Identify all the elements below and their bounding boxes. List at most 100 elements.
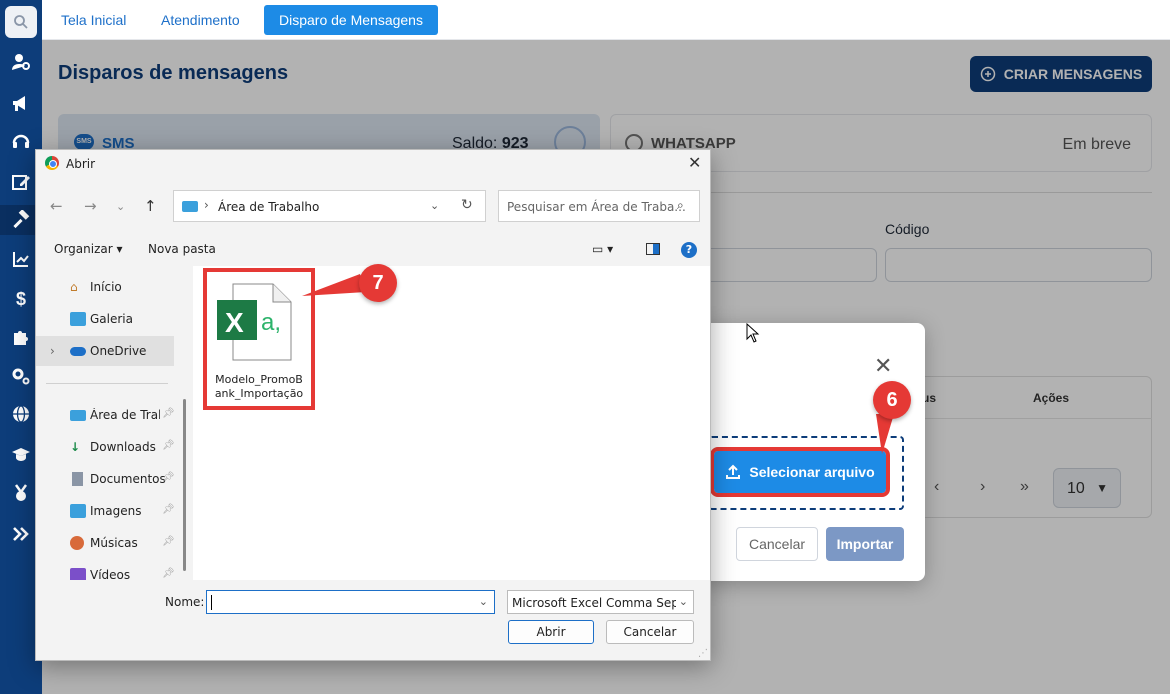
nav-item-label: Músicas (90, 536, 138, 550)
callout-step-6: 6 (873, 381, 911, 419)
svg-text:X: X (225, 307, 244, 338)
sidebar-search-button[interactable] (5, 6, 37, 38)
video-icon (70, 568, 86, 580)
file-name-input[interactable]: ⌄ (206, 590, 495, 614)
help-icon[interactable]: ? (681, 242, 697, 258)
nav-item-label: OneDrive (90, 344, 147, 358)
close-icon[interactable]: ✕ (874, 353, 892, 379)
chart-icon (13, 252, 29, 267)
pin-icon: 📌︎ (162, 440, 175, 451)
sidebar-item-users[interactable] (0, 47, 42, 77)
nav-item-onedrive[interactable]: › OneDrive (36, 336, 174, 366)
refresh-icon[interactable]: ↻ (461, 197, 473, 213)
nav-item-videos[interactable]: Vídeos 📌︎ (36, 560, 174, 580)
nav-item-galeria[interactable]: Galeria (36, 304, 174, 334)
nav-divider (46, 383, 168, 384)
nav-item-downloads[interactable]: ↓ Downloads 📌︎ (36, 432, 175, 462)
address-text: Área de Trabalho (218, 200, 320, 214)
music-icon (70, 536, 84, 550)
organize-menu[interactable]: Organizar ▾ (54, 242, 123, 256)
select-file-label: Selecionar arquivo (749, 464, 875, 480)
search-icon: ⌕ (677, 198, 684, 212)
svg-text:$: $ (16, 289, 26, 308)
pin-icon: 📌︎ (162, 504, 175, 515)
edit-icon (12, 175, 30, 190)
tab-tela-inicial[interactable]: Tela Inicial (46, 5, 141, 35)
dialog-footer: Nome: ⌄ Microsoft Excel Comma Separa ⌄ A… (36, 580, 710, 660)
pin-icon: 📌︎ (162, 472, 175, 483)
home-icon: ⌂ (70, 280, 78, 294)
new-folder-button[interactable]: Nova pasta (148, 242, 216, 256)
file-name-line: ank_Importação (214, 387, 304, 400)
file-name-line: Modelo_PromoB (215, 373, 303, 386)
text-caret (211, 595, 212, 610)
back-icon[interactable]: ← (50, 197, 63, 215)
desktop-icon (70, 410, 86, 421)
puzzle-icon (14, 331, 28, 345)
document-icon (72, 472, 83, 486)
gears-icon (12, 368, 30, 385)
expand-chevron-icon[interactable]: › (50, 344, 55, 358)
file-type-select[interactable]: Microsoft Excel Comma Separa ⌄ (507, 590, 694, 614)
callout-step-7: 7 (359, 264, 397, 302)
import-button[interactable]: Importar (826, 527, 904, 561)
chevron-down-icon[interactable]: ⌄ (430, 199, 439, 212)
nav-item-label: Área de Trabalho (90, 408, 160, 422)
forward-icon[interactable]: → (84, 197, 97, 215)
megaphone-icon (13, 96, 25, 111)
navigation-pane: ⌂ Início Galeria › OneDrive Área de Trab… (36, 266, 188, 580)
nav-item-label: Downloads (90, 440, 156, 454)
headset-icon (12, 134, 30, 148)
nav-item-label: Imagens (90, 504, 142, 518)
image-icon (70, 504, 86, 518)
graduation-cap-icon (12, 448, 30, 461)
user-search-icon (12, 54, 30, 70)
file-name: Modelo_PromoB ank_Importação (207, 373, 311, 401)
dialog-cancel-button[interactable]: Cancelar (606, 620, 694, 644)
breadcrumb-chevron-icon: › (204, 198, 209, 212)
nav-scrollbar[interactable] (183, 399, 186, 571)
resize-grip-icon[interactable]: ⋰ (698, 648, 708, 659)
dialog-title: Abrir (66, 157, 96, 171)
nav-item-area-de-trabalho[interactable]: Área de Trabalho 📌︎ (36, 400, 175, 430)
organize-label: Organizar (54, 242, 113, 256)
top-nav: Tela Inicial Atendimento Disparo de Mens… (42, 0, 1170, 40)
preview-pane-icon[interactable] (646, 243, 660, 255)
open-button[interactable]: Abrir (508, 620, 594, 644)
cloud-icon (70, 347, 86, 356)
pin-icon: 📌︎ (162, 536, 175, 547)
file-type-value: Microsoft Excel Comma Separa (512, 596, 676, 610)
file-list: X a, Modelo_PromoB ank_Importação (193, 266, 710, 580)
chevrons-right-icon (13, 527, 29, 541)
nav-item-musicas[interactable]: Músicas 📌︎ (36, 528, 175, 558)
download-icon: ↓ (70, 440, 81, 454)
chrome-icon (45, 156, 59, 170)
svg-text:a,: a, (261, 309, 281, 336)
chevron-down-icon[interactable]: ⌄ (479, 595, 488, 608)
dollar-icon: $ (16, 289, 26, 308)
recent-locations-icon[interactable]: ⌄ (116, 200, 125, 213)
dialog-close-icon[interactable]: ✕ (688, 153, 701, 172)
nav-item-imagens[interactable]: Imagens 📌︎ (36, 496, 175, 526)
search-placeholder: Pesquisar em Área de Traba... (507, 200, 686, 214)
address-bar[interactable]: › Área de Trabalho ⌄ ↻ (173, 190, 486, 222)
file-open-dialog: Abrir ✕ ← → ⌄ ↑ › Área de Trabalho ⌄ ↻ P… (35, 149, 711, 661)
nav-item-documentos[interactable]: Documentos 📌︎ (36, 464, 175, 494)
desktop-icon (182, 201, 198, 212)
gallery-icon (70, 312, 86, 326)
sidebar-item-campaigns[interactable] (0, 88, 42, 118)
medal-icon (14, 484, 28, 501)
pin-icon: 📌︎ (162, 568, 174, 579)
nav-item-inicio[interactable]: ⌂ Início (36, 272, 174, 302)
nav-item-label: Início (90, 280, 122, 294)
dialog-search-input[interactable]: Pesquisar em Área de Traba... ⌕ (498, 190, 700, 222)
tab-atendimento[interactable]: Atendimento (146, 5, 255, 35)
chevron-down-icon: ⌄ (678, 595, 688, 608)
up-folder-icon[interactable]: ↑ (144, 197, 157, 215)
cancel-button[interactable]: Cancelar (736, 527, 818, 561)
upload-icon (726, 464, 741, 479)
nav-item-label: Documentos (90, 472, 166, 486)
tab-disparo-de-mensagens[interactable]: Disparo de Mensagens (264, 5, 438, 35)
view-options-icon[interactable]: ▭ ▾ (592, 242, 613, 256)
globe-icon (13, 405, 29, 423)
